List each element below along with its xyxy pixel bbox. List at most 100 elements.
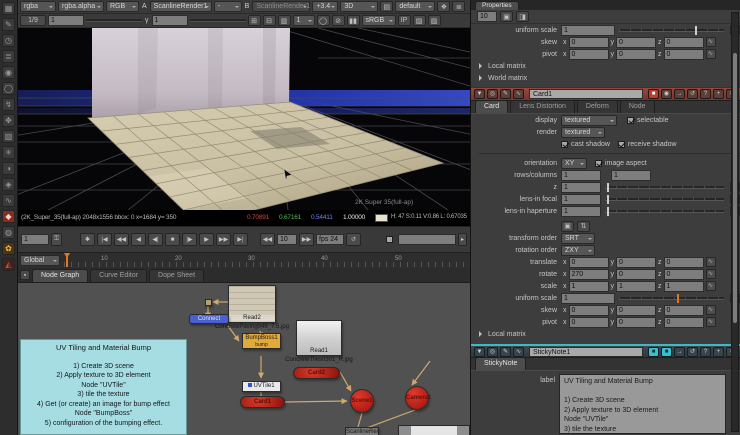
card-skew-z-input[interactable]: 0 [663,304,704,316]
plugins-node-icon[interactable]: ◭ [2,258,15,271]
card-pivot-z-input[interactable]: 0 [663,316,704,328]
tab-lens-distortion[interactable]: Lens Distortion [510,100,575,113]
import-export-icon[interactable]: ⇅ [577,220,590,232]
input-a-dropdown[interactable]: ScanlineRender1 [149,1,212,12]
stop-button[interactable]: ■ [165,233,180,246]
z-slider[interactable] [605,182,724,192]
animation-curve-icon[interactable]: ∿ [705,269,716,279]
card-pivot-y-input[interactable]: 0 [616,316,656,328]
gain-input[interactable]: 1 [48,15,84,26]
translate-x-input[interactable]: 0 [568,256,609,268]
layer-dropdown[interactable]: rgba.alpha [58,1,104,12]
animation-curve-icon[interactable]: ∿ [705,257,716,267]
float-panel-icon[interactable]: → [674,89,685,99]
card-uniform-scale-input[interactable]: 1 [561,292,615,304]
connect-node[interactable]: Connect [189,314,229,324]
bumpboss-node[interactable]: BumpBoss1 bump [242,333,281,349]
prev-increment-button[interactable]: ◀◀ [260,233,275,246]
step-backward-button[interactable]: ◀| [148,233,163,246]
card-skew-x-input[interactable]: 0 [568,304,609,316]
grid-icon[interactable]: ⊞ [247,15,261,26]
scale-z-input[interactable]: 1 [663,280,704,292]
range-checkbox[interactable] [386,236,393,243]
scanlinerender-node[interactable]: ScanlineRender1 [345,427,379,435]
help-icon[interactable]: ? [700,89,711,99]
play-backward-fast-button[interactable]: ◀◀ [114,233,129,246]
view-mode-dropdown[interactable]: 3D [340,1,379,12]
wipe-icon[interactable]: ❖ [437,1,451,12]
scrollbar-thumb[interactable] [733,53,737,323]
frame-range-input[interactable] [398,234,456,245]
tab-deform[interactable]: Deform [576,100,618,113]
channels-dropdown[interactable]: rgba [20,1,56,12]
minimize-panel-icon[interactable]: ▼ [474,346,485,357]
3d-node-icon[interactable]: ✳ [2,146,15,159]
properties-scrollbar[interactable] [731,12,739,432]
rotate-y-input[interactable]: 0 [616,268,656,280]
uniform-scale-slider[interactable] [619,25,724,35]
guides-icon[interactable]: ⊟ [262,15,276,26]
goto-end-button[interactable]: ▶| [233,233,248,246]
scale-x-input[interactable]: 1 [568,280,609,292]
lock-icon[interactable]: ⚿ [51,233,62,246]
node-color-icon[interactable]: ◎ [487,89,498,99]
receive-shadow-checkbox[interactable] [617,140,625,148]
tab-properties[interactable]: Properties [475,1,519,10]
curve-editor-icon[interactable]: ∿ [513,346,524,357]
filter-node-icon[interactable]: ◯ [2,82,15,95]
node-color-icon[interactable]: ◎ [487,346,498,357]
stickynote-label-input[interactable]: UV Tiling and Material Bump 1) Create 3D… [559,374,726,434]
translate-z-input[interactable]: 0 [663,256,704,268]
panel-color-icon[interactable]: ■ [648,346,659,357]
center-icon[interactable]: + [713,346,724,357]
revert-icon[interactable]: ↺ [687,346,698,357]
columns-input[interactable]: 1 [611,169,651,181]
safezone-icon[interactable]: ▥ [277,15,291,26]
display-dropdown[interactable]: textured [561,114,617,126]
merge-node-icon[interactable]: ✥ [2,114,15,127]
tab-card[interactable]: Card [475,100,509,113]
dot-node[interactable] [205,299,212,306]
views-node-icon[interactable]: ∿ [2,194,15,207]
animation-curve-icon[interactable]: ∿ [705,305,716,315]
timeline-ruler[interactable]: 10 20 30 40 50 [64,255,466,267]
pin-panels-icon[interactable]: ▣ [500,11,513,22]
pivot-z-input[interactable]: 0 [663,48,704,60]
card-local-matrix-row[interactable]: Local matrix [471,328,740,340]
edit-expressions-icon[interactable]: ✎ [500,346,511,357]
display-channels-dropdown[interactable]: RGB [106,1,139,12]
goto-start-button[interactable]: |◀ [97,233,112,246]
checker2-icon[interactable]: ▨ [427,15,441,26]
render-dropdown[interactable]: textured [561,126,605,138]
other-node-icon[interactable]: ◍ [2,226,15,239]
lens-in-focal-slider[interactable] [605,194,724,204]
animation-curve-icon[interactable]: ∿ [705,317,716,327]
mask-icon[interactable]: ◉ [661,89,672,99]
gamma-input[interactable]: 1 [151,15,188,26]
card-uniform-scale-slider[interactable] [619,293,724,303]
center-icon[interactable]: + [713,89,724,99]
image-aspect-checkbox[interactable] [595,159,602,167]
skew-x-input[interactable]: 0 [568,36,609,48]
metadata-node-icon[interactable]: ◆ [2,210,15,223]
frame-range-dropdown[interactable]: Global [20,255,60,266]
local-matrix-row[interactable]: Local matrix [471,60,740,72]
pivot-y-input[interactable]: 0 [616,48,656,60]
viewport-3d[interactable] [18,28,470,210]
input-process-toggle[interactable]: IP [397,15,411,26]
furnace-node-icon[interactable]: ✿ [2,242,15,255]
read2-node[interactable]: Read2 [228,285,276,323]
animation-curve-icon[interactable]: ∿ [705,281,716,291]
rotate-x-input[interactable]: 270 [568,268,609,280]
range-spinner[interactable]: ▸ [458,233,467,246]
roi-icon[interactable]: ◯ [316,15,330,26]
animation-curve-icon[interactable]: ∿ [705,37,716,47]
lens-in-haperture-slider[interactable] [605,206,724,216]
z-input[interactable]: 1 [561,181,601,193]
tab-curve-editor[interactable]: Curve Editor [90,269,148,282]
playback-settings-button[interactable]: ✱ [80,233,95,246]
selectable-checkbox[interactable] [627,116,634,124]
animation-curve-icon[interactable]: ∿ [705,49,716,59]
lens-in-focal-input[interactable]: 1 [561,193,601,205]
help-icon[interactable]: ? [700,346,711,357]
